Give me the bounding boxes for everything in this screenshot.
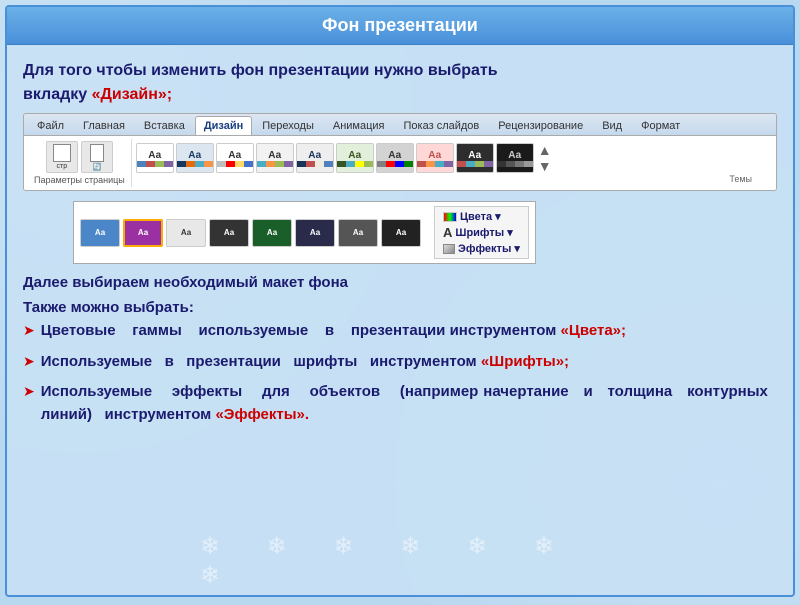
popup-swatch-2[interactable]: Аа: [123, 219, 163, 247]
themes-label: Темы: [136, 174, 752, 184]
page-setup-group: стр 🔄 Параметры страницы: [28, 139, 132, 187]
ribbon-body: стр 🔄 Параметры страницы Аа: [24, 135, 776, 190]
tab-file[interactable]: Файл: [28, 116, 73, 135]
tab-home[interactable]: Главная: [74, 116, 134, 135]
feature-list: ➤ Цветовые гаммы используемые в презента…: [23, 320, 777, 426]
page-setup-icons: стр 🔄: [46, 141, 113, 173]
popup-swatch-5[interactable]: Аа: [252, 219, 292, 247]
list-text-colors: Цветовые гаммы используемые в презентаци…: [41, 320, 626, 343]
tab-view[interactable]: Вид: [593, 116, 631, 135]
popup-swatch-8[interactable]: Аа: [381, 219, 421, 247]
theme-swatch-7[interactable]: Аа: [376, 143, 414, 173]
themes-down-arrow[interactable]: ▼: [538, 158, 552, 174]
page-title: Фон презентации: [322, 15, 478, 35]
list-item-effects: ➤ Используемые эффекты для объектов (нап…: [23, 381, 777, 426]
tab-design[interactable]: Дизайн: [195, 116, 252, 135]
theme-popup-panel: Аа Аа Аа Аа Аа Аа Аа Аа Цвета ▾ A Шрифты…: [73, 201, 536, 264]
popup-swatch-3[interactable]: Аа: [166, 219, 206, 247]
popup-swatch-7[interactable]: Аа: [338, 219, 378, 247]
title-bar: Фон презентации: [7, 7, 793, 45]
theme-selection-area: Аа Аа Аа Аа Аа Аа Аа Аа Цвета ▾ A Шрифты…: [73, 201, 777, 264]
intro-line2: вкладку «Дизайн»;: [23, 86, 172, 103]
tab-insert[interactable]: Вставка: [135, 116, 194, 135]
fonts-option[interactable]: A Шрифты ▾: [443, 225, 520, 240]
ribbon-tabs: Файл Главная Вставка Дизайн Переходы Ани…: [24, 114, 776, 135]
list-item-colors: ➤ Цветовые гаммы используемые в презента…: [23, 320, 777, 343]
theme-swatch-6[interactable]: Аа: [336, 143, 374, 173]
themes-scroll: ▲ ▼: [538, 142, 552, 174]
list-text-fonts: Используемые в презентации шрифты инстру…: [41, 351, 569, 374]
tab-format[interactable]: Формат: [632, 116, 689, 135]
theme-swatch-4[interactable]: Аа: [256, 143, 294, 173]
effects-option[interactable]: Эффекты ▾: [443, 242, 520, 255]
ribbon-container: Файл Главная Вставка Дизайн Переходы Ани…: [23, 113, 777, 191]
colors-option[interactable]: Цвета ▾: [443, 210, 520, 223]
theme-swatch-1[interactable]: Аа: [136, 143, 174, 173]
section-also-title: Также можно выбрать:: [23, 299, 777, 316]
main-window: Фон презентации Для того чтобы изменить …: [5, 5, 795, 597]
tab-slideshow[interactable]: Показ слайдов: [395, 116, 489, 135]
tab-transitions[interactable]: Переходы: [253, 116, 323, 135]
theme-swatch-5[interactable]: Аа: [296, 143, 334, 173]
tab-animation[interactable]: Анимация: [324, 116, 394, 135]
popup-swatch-1[interactable]: Аа: [80, 219, 120, 247]
page-params-button[interactable]: стр: [46, 141, 78, 173]
intro-text: Для того чтобы изменить фон презентации …: [23, 59, 777, 107]
theme-options-panel: Цвета ▾ A Шрифты ▾ Эффекты ▾: [434, 206, 529, 259]
bullet-3: ➤: [23, 383, 35, 400]
themes-group: Аа Аа: [136, 142, 772, 184]
theme-swatch-9[interactable]: Аа: [456, 143, 494, 173]
list-item-fonts: ➤ Используемые в презентации шрифты инст…: [23, 351, 777, 374]
theme-swatch-10[interactable]: Аа: [496, 143, 534, 173]
tab-review[interactable]: Рецензирование: [489, 116, 592, 135]
themes-row: Аа Аа: [136, 142, 772, 174]
section-background-choice: Далее выбираем необходимый макет фона: [23, 274, 777, 291]
bullet-2: ➤: [23, 353, 35, 370]
bullet-1: ➤: [23, 322, 35, 339]
list-text-effects: Используемые эффекты для объектов (напри…: [41, 381, 777, 426]
popup-swatch-4[interactable]: Аа: [209, 219, 249, 247]
theme-swatch-8[interactable]: Аа: [416, 143, 454, 173]
theme-swatch-3[interactable]: Аа: [216, 143, 254, 173]
main-content: Для того чтобы изменить фон презентации …: [7, 45, 793, 595]
slide-orientation-button[interactable]: 🔄: [81, 141, 113, 173]
themes-up-arrow[interactable]: ▲: [538, 142, 552, 158]
theme-swatch-2[interactable]: Аа: [176, 143, 214, 173]
popup-swatch-6[interactable]: Аа: [295, 219, 335, 247]
intro-line1: Для того чтобы изменить фон презентации …: [23, 62, 498, 79]
page-setup-label: Параметры страницы: [34, 175, 125, 185]
